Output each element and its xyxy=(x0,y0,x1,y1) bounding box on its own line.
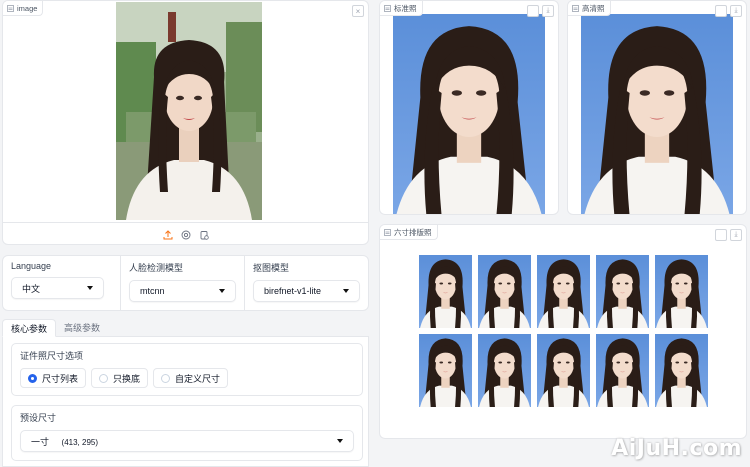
image-upload-panel[interactable]: image × xyxy=(2,0,369,245)
image-icon xyxy=(384,4,391,12)
standard-photo-panel: 标准照 ⤓ xyxy=(379,0,559,215)
chevron-down-icon xyxy=(337,439,343,443)
matting-model-field: 抠图模型 birefnet-v1-lite xyxy=(245,256,368,310)
preset-size-label: 预设尺寸 xyxy=(20,413,57,423)
layout-photo-thumb xyxy=(655,255,708,328)
language-dropdown[interactable]: 中文 xyxy=(11,277,104,299)
layout-photo-thumb xyxy=(655,334,708,407)
hd-photo-tag: 高清照 xyxy=(568,1,611,16)
preset-size-dropdown[interactable]: 一寸 (413, 295) xyxy=(20,430,354,452)
fullscreen-button[interactable] xyxy=(527,5,539,17)
image-label: image xyxy=(17,3,38,13)
size-option-radios: 尺寸列表 只换底 自定义尺寸 xyxy=(20,368,354,388)
tab-core-params[interactable]: 核心参数 xyxy=(2,319,57,337)
face-detect-model-label: 人脸检测模型 xyxy=(129,263,184,273)
upload-icon[interactable] xyxy=(162,229,174,241)
layout-photo-label: 六寸排版照 xyxy=(394,227,432,237)
layout-photo-thumb xyxy=(419,255,472,328)
download-button[interactable]: ⤓ xyxy=(730,5,742,17)
uploaded-photo xyxy=(116,2,262,220)
matting-model-dropdown[interactable]: birefnet-v1-lite xyxy=(253,280,360,302)
close-icon: × xyxy=(355,6,361,16)
clear-image-button[interactable]: × xyxy=(352,5,364,17)
layout-photo-thumb xyxy=(478,334,531,407)
face-detect-model-dropdown[interactable]: mtcnn xyxy=(129,280,236,302)
download-icon: ⤓ xyxy=(734,7,738,14)
hd-photo-image xyxy=(581,14,733,214)
clipboard-icon[interactable] xyxy=(198,229,210,241)
radio-selected-icon xyxy=(28,373,37,383)
layout-photo-grid xyxy=(419,255,708,407)
layout-photo-thumb xyxy=(537,334,590,407)
download-button[interactable]: ⤓ xyxy=(730,229,742,241)
download-icon: ⤓ xyxy=(546,7,550,14)
model-settings-row: Language 中文 人脸检测模型 mtcnn 抠图模型 birefnet-v… xyxy=(2,255,369,311)
standard-photo-tag: 标准照 xyxy=(380,1,423,16)
chevron-down-icon xyxy=(87,286,93,290)
tab-bar: 核心参数 高级参数 xyxy=(2,319,369,337)
layout-photo-thumb xyxy=(419,334,472,407)
hd-photo-label: 高清照 xyxy=(582,3,605,13)
download-icon: ⤓ xyxy=(734,231,738,238)
layout-photo-tag: 六寸排版照 xyxy=(380,225,438,240)
tab-core-content: 证件照尺寸选项 尺寸列表 只换底 自定义尺寸 预设尺寸 一寸 (413, 295… xyxy=(2,337,369,467)
matting-model-label: 抠图模型 xyxy=(253,263,290,273)
layout-photo-thumb xyxy=(596,334,649,407)
preset-size-value: 一寸 (413, 295) xyxy=(31,435,98,448)
webcam-icon[interactable] xyxy=(180,229,192,241)
radio-unselected-icon xyxy=(161,373,171,383)
radio-custom-size[interactable]: 自定义尺寸 xyxy=(153,368,229,388)
face-detect-model-value: mtcnn xyxy=(140,286,165,296)
layout-photo-thumb xyxy=(478,255,531,328)
chevron-down-icon xyxy=(219,289,225,293)
image-icon xyxy=(7,4,14,12)
radio-unselected-icon xyxy=(99,373,109,383)
standard-photo-image xyxy=(393,14,545,214)
face-detect-model-field: 人脸检测模型 mtcnn xyxy=(121,256,245,310)
hd-photo-panel: 高清照 ⤓ xyxy=(567,0,747,215)
language-field: Language 中文 xyxy=(3,256,121,310)
language-label: Language xyxy=(11,261,52,271)
size-option-label: 证件照尺寸选项 xyxy=(20,351,84,361)
layout-photo-thumb xyxy=(537,255,590,328)
download-button[interactable]: ⤓ xyxy=(542,5,554,17)
radio-custom-size-label: 自定义尺寸 xyxy=(175,373,221,384)
parameter-tabs: 核心参数 高级参数 证件照尺寸选项 尺寸列表 只换底 自定义尺寸 预设尺寸 一寸… xyxy=(2,319,369,467)
radio-only-background[interactable]: 只换底 xyxy=(91,368,149,388)
matting-model-value: birefnet-v1-lite xyxy=(264,286,322,296)
preset-size-dims: (413, 295) xyxy=(61,437,98,447)
language-value: 中文 xyxy=(22,283,41,294)
watermark-logo: AiJuH.com xyxy=(611,436,742,461)
fullscreen-button[interactable] xyxy=(715,229,727,241)
preset-size-group: 预设尺寸 一寸 (413, 295) xyxy=(11,405,363,461)
tab-advanced-params[interactable]: 高级参数 xyxy=(56,318,108,336)
chevron-down-icon xyxy=(343,289,349,293)
fullscreen-button[interactable] xyxy=(715,5,727,17)
image-icon xyxy=(572,4,579,12)
layout-photo-panel: 六寸排版照 ⤓ xyxy=(379,224,747,439)
radio-only-background-label: 只换底 xyxy=(113,373,141,384)
standard-photo-label: 标准照 xyxy=(394,3,417,13)
upload-toolbar xyxy=(3,222,368,244)
image-label-tag: image xyxy=(3,1,44,16)
preset-size-name: 一寸 xyxy=(31,436,50,447)
radio-size-list[interactable]: 尺寸列表 xyxy=(20,368,87,388)
layout-photo-thumb xyxy=(596,255,649,328)
image-icon xyxy=(384,228,391,236)
radio-size-list-label: 尺寸列表 xyxy=(42,373,79,384)
size-option-group: 证件照尺寸选项 尺寸列表 只换底 自定义尺寸 xyxy=(11,343,363,396)
